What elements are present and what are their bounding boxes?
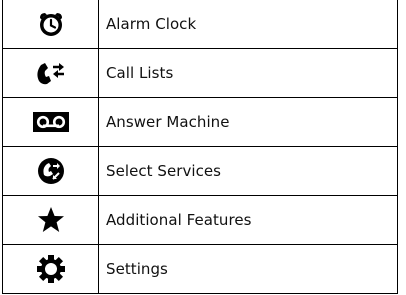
menu-row-additional-features[interactable]: Additional Features <box>2 194 398 245</box>
menu-row-call-lists[interactable]: Call Lists <box>2 47 398 98</box>
menu-item-label: Settings <box>98 243 398 295</box>
icon-cell <box>2 47 99 98</box>
answer-machine-icon <box>3 111 98 132</box>
menu-row-settings[interactable]: Settings <box>2 243 398 295</box>
menu-row-alarm-clock[interactable]: Alarm Clock <box>2 0 398 49</box>
menu-table: Alarm Clock Call Lists Answer Machine Se… <box>2 0 398 295</box>
menu-row-answer-machine[interactable]: Answer Machine <box>2 96 398 147</box>
menu-row-select-services[interactable]: Select Services <box>2 145 398 196</box>
icon-cell <box>2 145 99 196</box>
menu-item-label: Alarm Clock <box>98 0 398 49</box>
menu-item-label: Answer Machine <box>98 96 398 147</box>
icon-cell <box>2 96 99 147</box>
menu-item-label: Additional Features <box>98 194 398 245</box>
star-icon <box>3 206 98 234</box>
call-lists-icon <box>3 59 98 87</box>
select-services-icon <box>3 156 98 186</box>
gear-icon <box>3 254 98 284</box>
icon-cell <box>2 243 99 295</box>
menu-item-label: Select Services <box>98 145 398 196</box>
menu-item-label: Call Lists <box>98 47 398 98</box>
alarm-clock-icon <box>3 10 98 38</box>
icon-cell <box>2 0 99 49</box>
icon-cell <box>2 194 99 245</box>
